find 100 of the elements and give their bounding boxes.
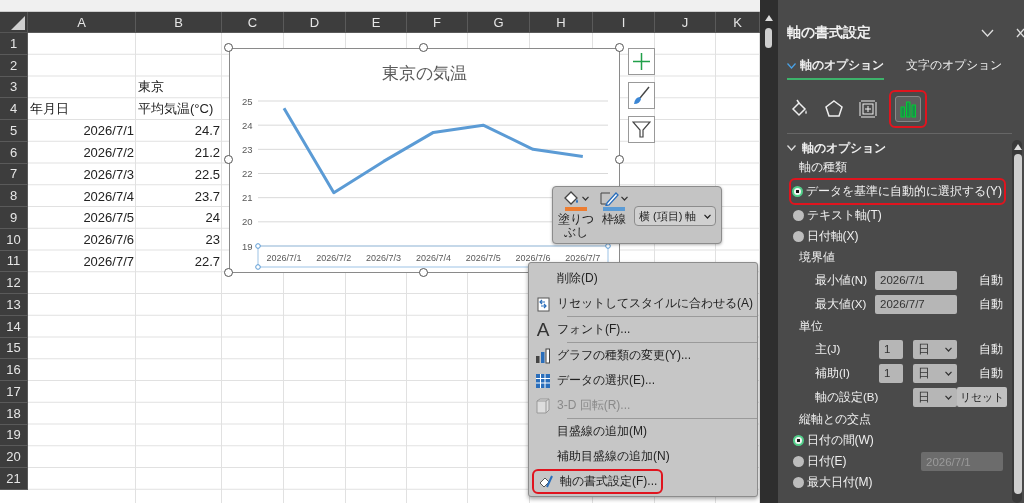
- plus-icon[interactable]: [628, 48, 655, 75]
- scrollbar-thumb[interactable]: [765, 28, 772, 48]
- column-header[interactable]: F: [407, 12, 468, 33]
- column-header[interactable]: C: [222, 12, 284, 33]
- close-icon[interactable]: [1016, 28, 1024, 38]
- column-header[interactable]: H: [530, 12, 593, 33]
- column-header[interactable]: J: [655, 12, 716, 33]
- radio-option[interactable]: テキスト軸(T): [789, 205, 882, 226]
- bar-chart-icon[interactable]: [895, 96, 921, 122]
- row-header[interactable]: 4: [0, 98, 28, 120]
- menu-item[interactable]: 目盛線の追加(M): [529, 419, 757, 444]
- panel-tab[interactable]: 文字のオプション: [906, 57, 1002, 80]
- table-cell[interactable]: 24.7: [136, 120, 222, 142]
- radio-option[interactable]: 日付軸(X): [789, 226, 859, 247]
- menu-item[interactable]: 軸の書式設定(F)...: [534, 471, 662, 492]
- scroll-up-icon[interactable]: [1014, 144, 1022, 150]
- table-cell[interactable]: 2026/7/6: [28, 228, 136, 251]
- row-header[interactable]: 5: [0, 120, 28, 142]
- table-cell[interactable]: 平均気温(°C): [136, 98, 222, 120]
- brush-icon[interactable]: [628, 82, 655, 109]
- resize-handle[interactable]: [419, 43, 428, 52]
- unit-dropdown[interactable]: 日: [913, 363, 957, 383]
- row-header[interactable]: 18: [0, 402, 28, 425]
- row-header[interactable]: 11: [0, 250, 28, 273]
- radio-option[interactable]: データを基準に自動的に選択する(Y): [792, 181, 1002, 202]
- table-cell[interactable]: 2026/7/5: [28, 207, 136, 229]
- input-field[interactable]: 2026/7/1: [875, 270, 957, 290]
- radio-button[interactable]: [792, 210, 804, 221]
- column-header[interactable]: B: [136, 12, 222, 33]
- input-field[interactable]: 2026/7/7: [875, 294, 957, 314]
- column-header[interactable]: D: [284, 12, 346, 33]
- table-cell[interactable]: 21.2: [136, 141, 222, 164]
- resize-handle[interactable]: [615, 43, 624, 52]
- row-header[interactable]: 2: [0, 54, 28, 77]
- menu-item[interactable]: データの選択(E)...: [529, 368, 757, 393]
- row-header[interactable]: 21: [0, 468, 28, 490]
- menu-item[interactable]: リセットしてスタイルに合わせる(A): [529, 291, 757, 316]
- row-header[interactable]: 13: [0, 294, 28, 316]
- table-cell[interactable]: 22.5: [136, 163, 222, 186]
- table-cell[interactable]: 年月日: [28, 98, 136, 120]
- row-header[interactable]: 15: [0, 337, 28, 360]
- row-header[interactable]: 17: [0, 381, 28, 403]
- column-header[interactable]: K: [716, 12, 760, 33]
- table-cell[interactable]: 2026/7/1: [28, 120, 136, 142]
- radio-option[interactable]: 最大日付(M): [789, 472, 873, 493]
- row-header[interactable]: 20: [0, 446, 28, 468]
- resize-handle[interactable]: [224, 155, 233, 164]
- fill-button[interactable]: 塗りつぶし: [558, 190, 594, 240]
- row-header[interactable]: 9: [0, 207, 28, 229]
- resize-handle[interactable]: [224, 268, 233, 277]
- select-all-button[interactable]: [0, 12, 28, 33]
- table-cell[interactable]: 2026/7/4: [28, 185, 136, 207]
- resize-handle[interactable]: [419, 268, 428, 277]
- row-header[interactable]: 7: [0, 163, 28, 186]
- table-cell[interactable]: 東京: [136, 76, 222, 99]
- input-field[interactable]: 1: [879, 339, 903, 359]
- scrollbar-thumb[interactable]: [1014, 154, 1022, 494]
- radio-option[interactable]: 日付の間(W): [789, 430, 874, 451]
- axis-selection-frame[interactable]: [255, 243, 611, 270]
- radio-button[interactable]: [792, 456, 804, 467]
- section-header[interactable]: 軸のオプション: [787, 139, 1011, 157]
- row-header[interactable]: 8: [0, 185, 28, 207]
- element-dropdown[interactable]: 横 (項目) 軸: [634, 206, 717, 226]
- row-header[interactable]: 16: [0, 359, 28, 381]
- filter-icon[interactable]: [628, 116, 655, 143]
- table-cell[interactable]: 2026/7/3: [28, 163, 136, 186]
- column-header[interactable]: E: [346, 12, 407, 33]
- menu-item[interactable]: グラフの種類の変更(Y)...: [529, 343, 757, 368]
- column-header[interactable]: G: [468, 12, 530, 33]
- resize-handle[interactable]: [615, 155, 624, 164]
- row-header[interactable]: 10: [0, 228, 28, 251]
- row-header[interactable]: 3: [0, 76, 28, 99]
- radio-button[interactable]: [792, 477, 804, 488]
- table-cell[interactable]: 2026/7/7: [28, 250, 136, 273]
- table-cell[interactable]: 23.7: [136, 185, 222, 207]
- row-header[interactable]: 14: [0, 315, 28, 338]
- row-header[interactable]: 12: [0, 272, 28, 294]
- row-header[interactable]: 6: [0, 141, 28, 164]
- panel-tab[interactable]: 軸のオプション: [787, 57, 884, 80]
- reset-button[interactable]: リセット: [957, 387, 1007, 407]
- column-header[interactable]: I: [593, 12, 655, 33]
- table-cell[interactable]: 22.7: [136, 250, 222, 273]
- radio-button[interactable]: [792, 186, 803, 197]
- menu-item[interactable]: 補助目盛線の追加(N): [529, 444, 757, 469]
- unit-dropdown[interactable]: 日: [913, 339, 957, 359]
- row-header[interactable]: 1: [0, 33, 28, 55]
- column-header[interactable]: A: [28, 12, 136, 33]
- table-cell[interactable]: 23: [136, 228, 222, 251]
- table-cell[interactable]: 2026/7/2: [28, 141, 136, 164]
- unit-dropdown[interactable]: 日: [913, 387, 957, 407]
- menu-item[interactable]: A フォント(F)...: [529, 317, 757, 342]
- resize-handle[interactable]: [224, 43, 233, 52]
- radio-option[interactable]: 日付(E): [789, 451, 847, 472]
- chevron-down-icon[interactable]: [981, 29, 994, 37]
- scroll-up-icon[interactable]: [765, 15, 773, 21]
- radio-button[interactable]: [792, 435, 804, 446]
- input-field[interactable]: 1: [879, 363, 903, 383]
- row-header[interactable]: 19: [0, 424, 28, 447]
- table-cell[interactable]: 24: [136, 207, 222, 229]
- radio-button[interactable]: [792, 231, 804, 242]
